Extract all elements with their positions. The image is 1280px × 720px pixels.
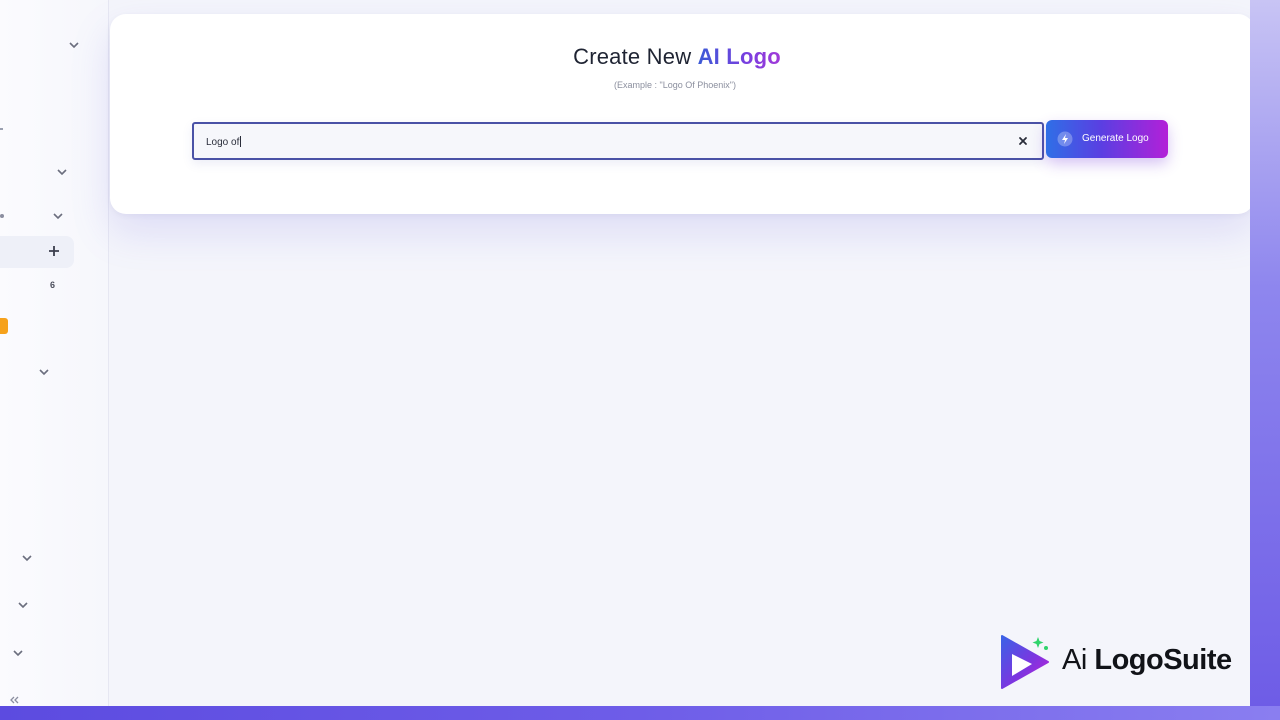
brand-prefix: Ai: [1062, 644, 1087, 676]
sidebar-new-badge: [0, 318, 8, 334]
app-window: 6 Create New AI Logo (Example : "Logo Of…: [0, 0, 1268, 706]
sidebar-chevron-down-icon[interactable]: [69, 40, 79, 50]
brand-wordmark: LogoSuite: [1094, 644, 1232, 676]
sidebar-chevron-down-icon[interactable]: [53, 211, 63, 221]
brand-name: Ai LogoSuite: [1062, 644, 1232, 677]
logo-prompt-input[interactable]: Logo of: [192, 122, 1044, 160]
logo-prompt-value[interactable]: Logo of: [206, 136, 242, 148]
text-caret: [240, 136, 242, 147]
device-bezel-bottom: [0, 706, 1280, 720]
sidebar-edge-mark: [0, 128, 3, 130]
sidebar-chevron-down-icon[interactable]: [39, 367, 49, 377]
sidebar-count-badge: 6: [50, 280, 56, 290]
double-chevron-left-icon[interactable]: [8, 696, 20, 706]
logo-prompt-text: Logo of: [206, 137, 240, 148]
sidebar-item-active[interactable]: [0, 236, 74, 268]
page-title: Create New AI Logo: [110, 44, 1244, 70]
sidebar-chevron-down-icon[interactable]: [18, 600, 28, 610]
create-logo-card: Create New AI Logo (Example : "Logo Of P…: [110, 14, 1254, 214]
sidebar-edge-mark: [0, 214, 4, 218]
sidebar-chevron-down-icon[interactable]: [13, 648, 23, 658]
close-icon[interactable]: [1014, 132, 1032, 150]
sidebar: 6: [0, 0, 109, 706]
page-title-accent: AI Logo: [697, 44, 781, 69]
page-title-prefix: Create New: [573, 44, 698, 69]
device-bezel-right: [1250, 0, 1280, 720]
generate-logo-label: Generate Logo: [1082, 133, 1149, 144]
generate-logo-button[interactable]: Generate Logo: [1046, 120, 1168, 158]
brand-play-icon: [998, 634, 1054, 690]
page-subtitle: (Example : "Logo Of Phoenix"): [614, 80, 736, 90]
sidebar-chevron-down-icon[interactable]: [57, 167, 67, 177]
brand-logo: Ai LogoSuite: [998, 634, 1248, 690]
plus-icon[interactable]: [48, 244, 60, 262]
sidebar-chevron-down-icon[interactable]: [22, 553, 32, 563]
sparkle-bolt-icon: [1057, 131, 1073, 147]
